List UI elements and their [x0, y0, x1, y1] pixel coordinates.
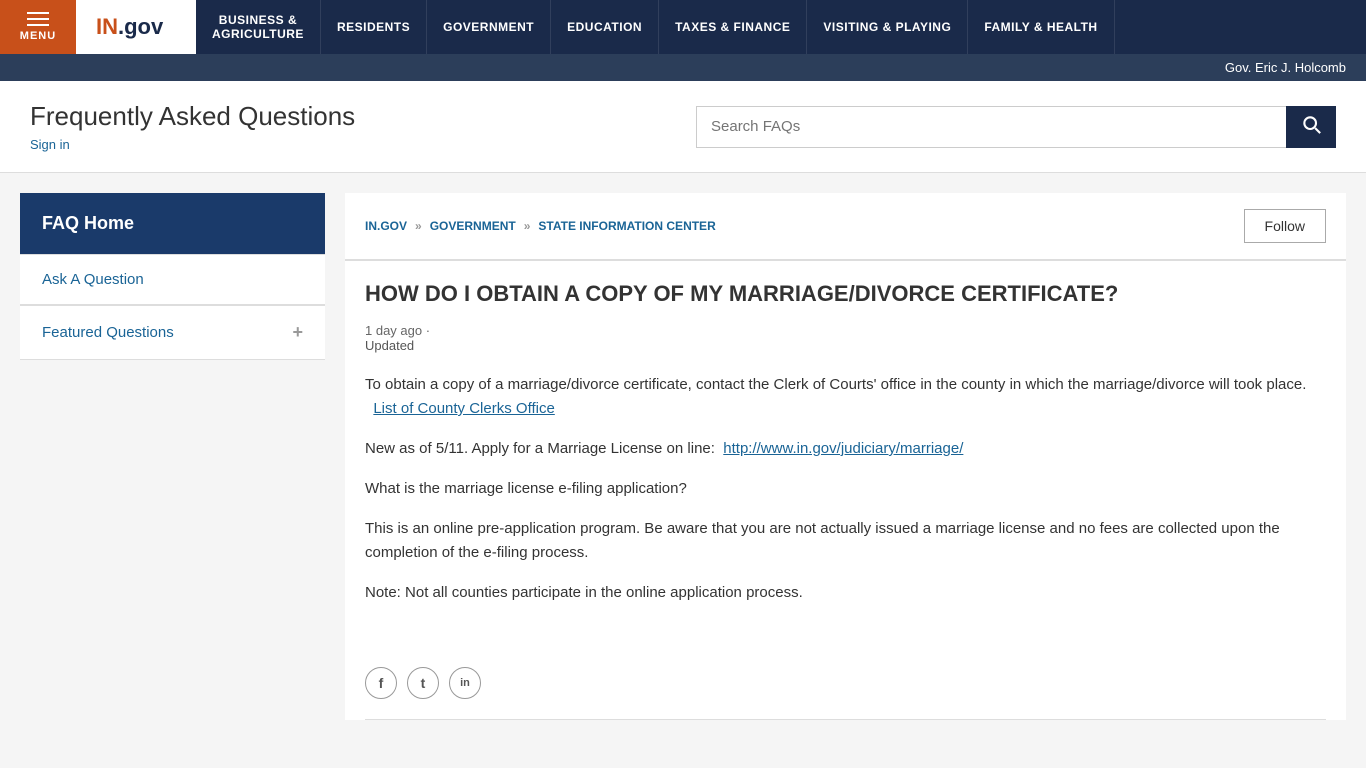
- nav-items: BUSINESS &AGRICULTURE RESIDENTS GOVERNME…: [196, 0, 1366, 54]
- logo-in: IN: [96, 14, 118, 39]
- expand-icon: +: [292, 322, 303, 343]
- breadcrumb-state-info[interactable]: STATE INFORMATION CENTER: [538, 219, 715, 233]
- page-header: Frequently Asked Questions Sign in: [0, 81, 1366, 173]
- featured-questions-link[interactable]: Featured Questions: [42, 324, 174, 341]
- breadcrumb-ingov[interactable]: IN.GOV: [365, 219, 407, 233]
- article-body: HOW DO I OBTAIN A COPY OF MY MARRIAGE/DI…: [345, 261, 1346, 651]
- social-icons: f t in: [345, 651, 1346, 719]
- nav-residents[interactable]: RESIDENTS: [321, 0, 427, 54]
- county-clerks-link[interactable]: List of County Clerks Office: [373, 400, 554, 417]
- sidebar-featured-questions[interactable]: Featured Questions +: [20, 305, 325, 359]
- search-area: [696, 106, 1336, 148]
- gov-banner: Gov. Eric J. Holcomb: [0, 54, 1366, 81]
- marriage-license-link[interactable]: http://www.in.gov/judiciary/marriage/: [723, 440, 963, 457]
- breadcrumb-government[interactable]: GOVERNMENT: [430, 219, 516, 233]
- top-navigation: MENU IN.gov BUSINESS &AGRICULTURE RESIDE…: [0, 0, 1366, 81]
- article-paragraph-5: Note: Not all counties participate in th…: [365, 581, 1326, 605]
- twitter-icon[interactable]: t: [407, 667, 439, 699]
- breadcrumb-bar: IN.GOV » GOVERNMENT » STATE INFORMATION …: [345, 193, 1346, 261]
- article-paragraph-3: What is the marriage license e-filing ap…: [365, 477, 1326, 501]
- logo-area: IN.gov: [76, 0, 196, 54]
- ask-question-link[interactable]: Ask A Question: [42, 271, 144, 288]
- article-updated: Updated: [365, 338, 1326, 353]
- article-area: IN.GOV » GOVERNMENT » STATE INFORMATION …: [345, 193, 1346, 720]
- article-meta: 1 day ago · Updated: [365, 323, 1326, 353]
- article-paragraph-4: This is an online pre-application progra…: [365, 517, 1326, 565]
- breadcrumb-sep-1: »: [415, 219, 422, 233]
- menu-button[interactable]: MENU: [0, 0, 76, 54]
- article-title: HOW DO I OBTAIN A COPY OF MY MARRIAGE/DI…: [365, 281, 1326, 307]
- nav-visiting[interactable]: VISITING & PLAYING: [807, 0, 968, 54]
- hamburger-icon: [27, 12, 49, 26]
- search-button[interactable]: [1286, 106, 1336, 148]
- linkedin-icon[interactable]: in: [449, 667, 481, 699]
- follow-button[interactable]: Follow: [1244, 209, 1326, 243]
- nav-family[interactable]: FAMILY & HEALTH: [968, 0, 1114, 54]
- article-paragraph-1: To obtain a copy of a marriage/divorce c…: [365, 373, 1326, 421]
- nav-business[interactable]: BUSINESS &AGRICULTURE: [196, 0, 321, 54]
- nav-taxes[interactable]: TAXES & FINANCE: [659, 0, 807, 54]
- facebook-icon[interactable]: f: [365, 667, 397, 699]
- article-paragraph-2: New as of 5/11. Apply for a Marriage Lic…: [365, 437, 1326, 461]
- sidebar-ask-question[interactable]: Ask A Question: [20, 254, 325, 304]
- breadcrumb: IN.GOV » GOVERNMENT » STATE INFORMATION …: [365, 219, 716, 233]
- nav-government[interactable]: GOVERNMENT: [427, 0, 551, 54]
- signin-link[interactable]: Sign in: [30, 137, 70, 152]
- article-date: 1 day ago ·: [365, 323, 430, 338]
- page-title: Frequently Asked Questions: [30, 101, 355, 132]
- menu-label: MENU: [20, 30, 56, 42]
- sidebar-faq-home[interactable]: FAQ Home: [20, 193, 325, 254]
- search-input[interactable]: [696, 106, 1286, 148]
- main-content: FAQ Home Ask A Question Featured Questio…: [0, 173, 1366, 740]
- nav-education[interactable]: EDUCATION: [551, 0, 659, 54]
- search-icon: [1301, 114, 1321, 139]
- page-header-left: Frequently Asked Questions Sign in: [30, 101, 355, 152]
- breadcrumb-sep-2: »: [524, 219, 531, 233]
- site-logo: IN.gov: [96, 14, 163, 40]
- article-bottom-divider: [365, 719, 1326, 720]
- sidebar-bottom-divider: [20, 359, 325, 360]
- sidebar: FAQ Home Ask A Question Featured Questio…: [20, 193, 325, 720]
